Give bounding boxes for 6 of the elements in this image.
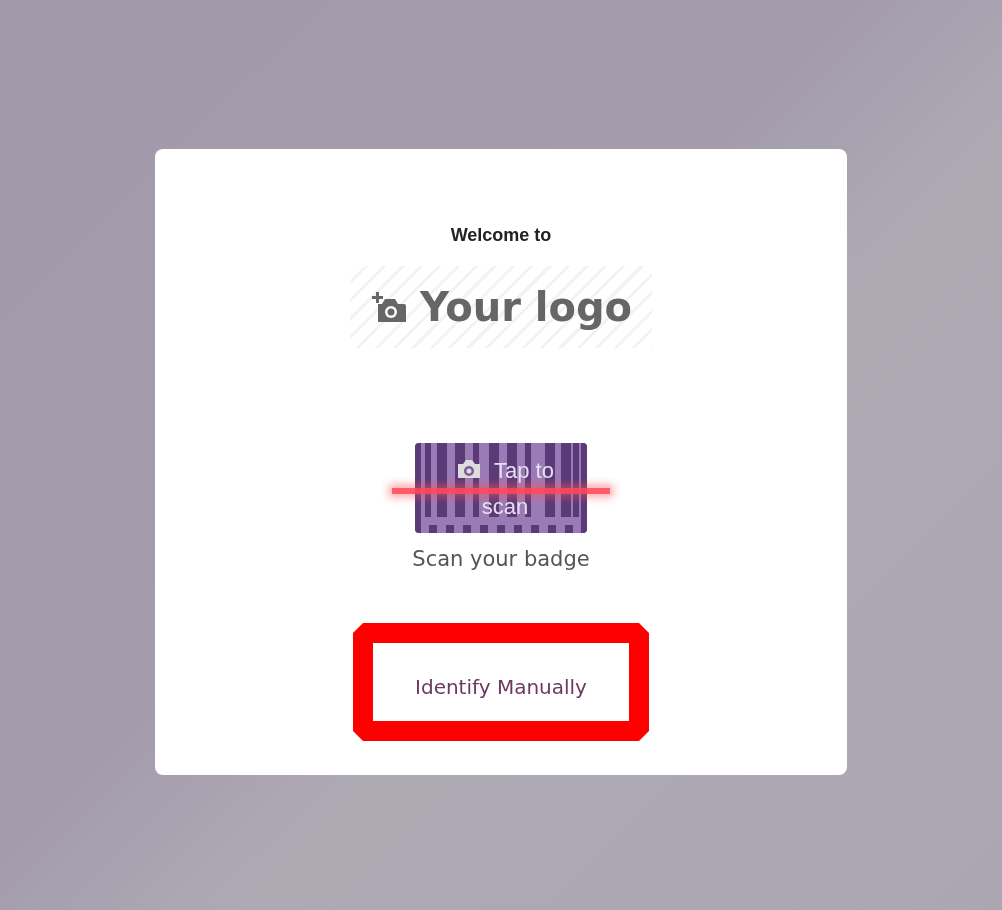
add-photo-icon xyxy=(369,290,408,324)
logo-text: Your logo xyxy=(419,284,633,330)
scan-label: Scan your badge xyxy=(412,547,590,571)
welcome-text: Welcome to xyxy=(450,225,552,246)
identify-manually-button[interactable]: Identify Manually xyxy=(373,643,629,721)
camera-icon xyxy=(456,458,483,480)
